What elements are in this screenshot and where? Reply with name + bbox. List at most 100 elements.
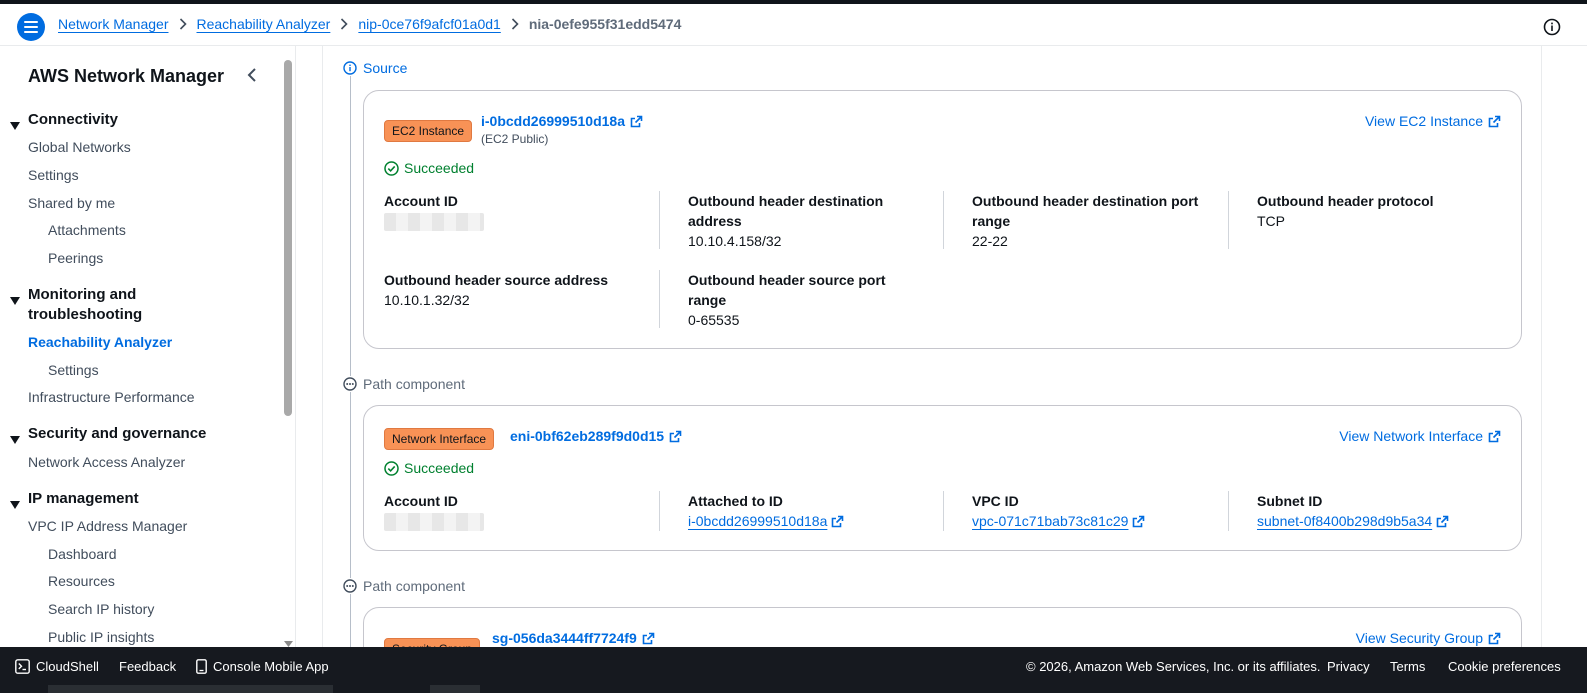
resource-id-link[interactable]: eni-0bf62eb289f9d0d15 <box>510 428 682 444</box>
resource-id-link[interactable]: i-0bcdd26999510d18a <box>481 113 643 129</box>
chevron-right-icon <box>511 18 519 30</box>
main-content: Source EC2 Instance i-0bcdd26999510d18a … <box>322 46 1542 647</box>
view-security-group-link[interactable]: View Security Group <box>1356 630 1501 646</box>
field-source-address: Outbound header source address 10.10.1.3… <box>384 272 609 308</box>
sidebar-item-peerings[interactable]: Peerings <box>48 250 103 266</box>
sidebar-item-ra-settings[interactable]: Settings <box>48 362 99 378</box>
sidebar-item-attachments[interactable]: Attachments <box>48 222 126 238</box>
caret-down-icon <box>10 495 20 515</box>
field-dest-address: Outbound header destination address 10.1… <box>688 193 884 249</box>
cloudshell-button[interactable]: CloudShell <box>15 659 99 674</box>
field-vpc-id: VPC ID vpc-071c71bab73c81c29 <box>972 491 1222 531</box>
sidebar-section-ip-management[interactable]: IP management <box>10 489 260 515</box>
step-source: Source <box>343 60 407 76</box>
timeline-line <box>350 76 351 376</box>
network-interface-card: Network Interface eni-0bf62eb289f9d0d15 … <box>363 405 1522 551</box>
security-group-card: Security Group sg-056da3444ff7724f9 View… <box>363 607 1522 647</box>
view-ec2-instance-link[interactable]: View EC2 Instance <box>1365 113 1501 129</box>
timeline-line <box>350 594 351 647</box>
sidebar-item-public-ip-insights[interactable]: Public IP insights <box>48 629 154 645</box>
info-icon[interactable] <box>1543 18 1561 36</box>
feedback-link[interactable]: Feedback <box>119 659 176 674</box>
external-link-icon <box>1488 115 1501 127</box>
redacted-value <box>384 513 484 531</box>
external-link-icon <box>1133 515 1145 527</box>
console-footer: CloudShell Feedback Console Mobile App ©… <box>0 647 1587 693</box>
external-link-icon <box>1488 632 1501 644</box>
resource-subtitle: (EC2 Public) <box>481 132 549 146</box>
breadcrumb-reachability-analyzer[interactable]: Reachability Analyzer <box>197 16 331 32</box>
sidebar-section-security[interactable]: Security and governance <box>10 424 260 450</box>
status-badge: Succeeded <box>384 160 474 176</box>
view-network-interface-link[interactable]: View Network Interface <box>1339 428 1501 444</box>
step-path-component: Path component <box>343 376 465 392</box>
sidebar-item-network-access-analyzer[interactable]: Network Access Analyzer <box>28 454 185 470</box>
resource-type-badge: Network Interface <box>384 428 495 450</box>
subnet-id-link[interactable]: subnet-0f8400b298d9b5a34 <box>1257 511 1449 531</box>
sidebar-scrollbar[interactable] <box>284 60 292 416</box>
check-circle-icon <box>384 160 399 176</box>
ellipsis-circle-icon <box>343 377 357 391</box>
field-account-id: Account ID <box>384 491 634 536</box>
mobile-device-icon <box>196 659 207 674</box>
external-link-icon <box>1488 430 1501 442</box>
sidebar-item-shared-by-me[interactable]: Shared by me <box>28 195 115 211</box>
top-navigation-bar: Network Manager Reachability Analyzer ni… <box>0 0 1587 46</box>
caret-down-icon <box>10 430 20 450</box>
external-link-icon <box>630 115 643 127</box>
breadcrumb-current: nia-0efe955f31edd5474 <box>528 16 682 32</box>
taskbar-strip <box>48 685 333 693</box>
breadcrumb-path[interactable]: nip-0ce76f9afcf01a0d1 <box>358 16 500 32</box>
attached-to-id-link[interactable]: i-0bcdd26999510d18a <box>688 511 844 531</box>
console-mobile-app-link[interactable]: Console Mobile App <box>196 659 329 674</box>
info-icon <box>343 61 357 75</box>
column-divider <box>659 191 660 249</box>
chevron-right-icon <box>340 18 348 30</box>
chevron-left-icon[interactable] <box>244 66 260 84</box>
terms-link[interactable]: Terms <box>1390 659 1425 674</box>
sidebar-item-dashboard[interactable]: Dashboard <box>48 546 117 562</box>
breadcrumb-network-manager[interactable]: Network Manager <box>58 16 169 32</box>
sidebar-item-global-networks[interactable]: Global Networks <box>28 139 131 155</box>
step-path-component: Path component <box>343 578 465 594</box>
sidebar-item-reachability-analyzer[interactable]: Reachability Analyzer <box>28 334 172 350</box>
sidebar-item-search-ip-history[interactable]: Search IP history <box>48 601 154 617</box>
column-divider <box>943 191 944 249</box>
cookie-preferences-link[interactable]: Cookie preferences <box>1448 659 1561 674</box>
caret-down-icon <box>10 116 20 136</box>
field-subnet-id: Subnet ID subnet-0f8400b298d9b5a34 <box>1257 491 1507 531</box>
sidebar-item-resources[interactable]: Resources <box>48 573 115 589</box>
resource-id-link[interactable]: sg-056da3444ff7724f9 <box>492 630 655 646</box>
sidebar-title: AWS Network Manager <box>28 66 225 86</box>
ellipsis-circle-icon <box>343 579 357 593</box>
timeline-line <box>350 392 351 578</box>
external-link-icon <box>1436 515 1449 527</box>
external-link-icon <box>832 515 844 527</box>
terminal-icon <box>15 659 30 674</box>
privacy-link[interactable]: Privacy <box>1327 659 1370 674</box>
column-divider <box>1228 491 1229 531</box>
sidebar-item-vpc-ipam[interactable]: VPC IP Address Manager <box>28 518 187 534</box>
sidebar-section-monitoring[interactable]: Monitoring and troubleshooting <box>10 285 260 325</box>
status-badge: Succeeded <box>384 460 474 476</box>
column-divider <box>659 270 660 328</box>
sidebar-item-infrastructure-performance[interactable]: Infrastructure Performance <box>28 389 195 405</box>
field-attached-to-id: Attached to ID i-0bcdd26999510d18a <box>688 491 938 531</box>
sidebar-item-settings[interactable]: Settings <box>28 167 79 183</box>
external-link-icon <box>669 430 682 442</box>
chevron-right-icon <box>179 18 187 30</box>
source-card: EC2 Instance i-0bcdd26999510d18a (EC2 Pu… <box>363 90 1522 349</box>
column-divider <box>659 491 660 531</box>
scroll-down-arrow-icon[interactable] <box>284 634 293 647</box>
check-circle-icon <box>384 460 399 476</box>
resource-type-badge: EC2 Instance <box>384 120 473 142</box>
caret-down-icon <box>10 291 20 311</box>
column-divider <box>1228 191 1229 249</box>
external-link-icon <box>642 632 655 644</box>
sidebar-section-connectivity[interactable]: Connectivity <box>10 110 260 136</box>
vpc-id-link[interactable]: vpc-071c71bab73c81c29 <box>972 511 1145 531</box>
field-source-port-range: Outbound header source port range 0-6553… <box>688 272 886 328</box>
taskbar-strip <box>430 685 480 693</box>
sidebar: AWS Network Manager Connectivity Global … <box>0 46 296 647</box>
menu-icon[interactable] <box>17 13 45 41</box>
